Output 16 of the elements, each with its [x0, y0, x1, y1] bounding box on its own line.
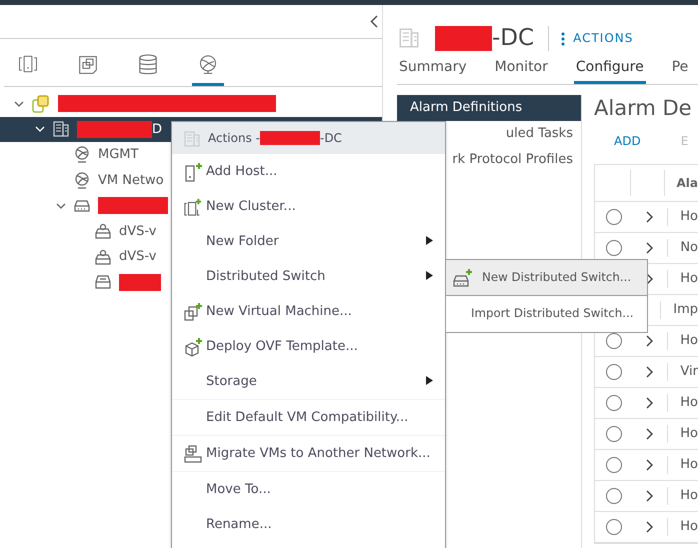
table-cell: Imp [660, 300, 698, 318]
table-cell: Ho [667, 332, 698, 350]
table-cell: Ho [667, 208, 698, 226]
table-cell: No [667, 238, 698, 256]
menu-header-label: Actions - [208, 130, 260, 147]
menu-header-label: -DC [320, 130, 342, 147]
table-cell: Ho [667, 424, 698, 442]
table-cell: Ho [667, 456, 698, 474]
table-cell: Ho [667, 486, 698, 504]
object-title: -DC [492, 24, 534, 53]
column-header: Ala [664, 170, 698, 196]
table-cell: Vir [667, 362, 698, 380]
table-cell: Ho [667, 270, 698, 288]
table-cell: Ho [667, 394, 698, 412]
page-title: Alarm De [594, 95, 693, 122]
table-cell: Ho [667, 518, 698, 536]
